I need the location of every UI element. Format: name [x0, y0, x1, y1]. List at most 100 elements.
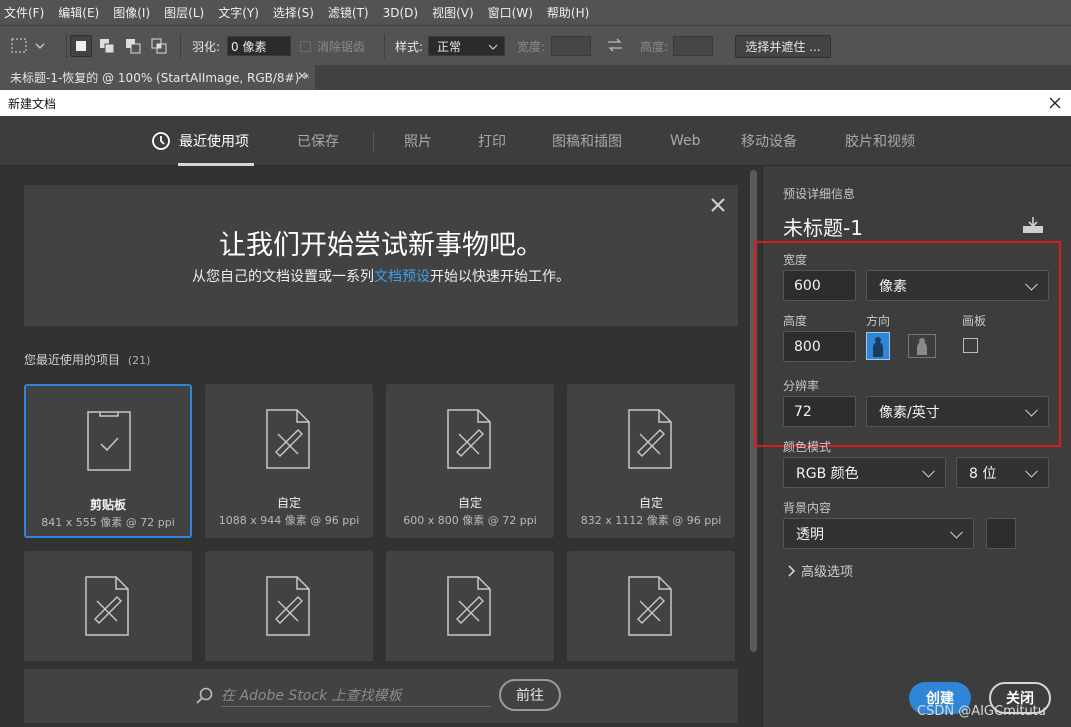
intersect-selection-button[interactable] — [148, 35, 170, 57]
tab-art-illustration[interactable]: 图稿和插图 — [552, 116, 622, 166]
menu-bar: 文件(F) 编辑(E) 图像(I) 图层(L) 文字(Y) 选择(S) 滤镜(T… — [0, 0, 1071, 25]
custom-document-icon — [628, 576, 672, 636]
go-button[interactable]: 前往 — [499, 679, 561, 711]
menu-window[interactable]: 窗口(W) — [488, 4, 533, 21]
document-name[interactable]: 未标题-1 — [783, 212, 863, 241]
antialias-label: 消除锯齿 — [317, 40, 366, 54]
custom-document-icon — [447, 409, 491, 469]
dialog-title: 新建文档 — [8, 96, 57, 111]
menu-select[interactable]: 选择(S) — [273, 4, 314, 21]
background-label: 背景内容 — [783, 501, 832, 515]
tab-photo[interactable]: 照片 — [404, 116, 432, 166]
stock-search-bar: 在 Adobe Stock 上查找模板 前往 — [24, 669, 738, 723]
tab-web[interactable]: Web — [670, 116, 701, 166]
feather-input[interactable]: 0 像素 — [227, 36, 291, 56]
color-mode-value: RGB 颜色 — [796, 465, 859, 482]
tab-recent-label: 最近使用项 — [179, 134, 249, 150]
recent-item-custom[interactable]: 自定 832 x 1112 像素 @ 96 ppi — [567, 384, 735, 538]
background-select[interactable]: 透明 — [783, 518, 974, 549]
menu-type[interactable]: 文字(Y) — [218, 4, 259, 21]
recent-item-size: 600 x 800 像素 @ 72 ppi — [403, 514, 537, 527]
dialog-titlebar: 新建文档 — [0, 90, 1071, 116]
tab-print[interactable]: 打印 — [478, 116, 506, 166]
recent-items-heading: 您最近使用的项目 (21) — [24, 351, 150, 368]
recent-item-title: 自定 — [638, 496, 663, 510]
banner-text-after: 开始以快速开始工作。 — [430, 269, 570, 285]
chevron-down-icon — [922, 464, 935, 478]
stock-search-input[interactable]: 在 Adobe Stock 上查找模板 — [221, 685, 491, 707]
close-dialog-icon[interactable] — [1049, 97, 1061, 109]
style-value: 正常 — [437, 39, 462, 54]
antialias-checkbox[interactable]: 消除锯齿 — [300, 38, 365, 55]
welcome-banner: 让我们开始尝试新事物吧。 从您自己的文档设置或一系列文档预设开始以快速开始工作。 — [24, 185, 738, 326]
custom-document-icon — [266, 576, 310, 636]
menu-3d[interactable]: 3D(D) — [383, 6, 418, 20]
document-tab-label: 未标题-1-恢复的 @ 100% (StartAIImage, RGB/8#) … — [10, 71, 310, 85]
new-selection-button[interactable] — [70, 35, 92, 57]
close-tab-icon[interactable]: ✕ — [297, 69, 307, 83]
tab-mobile[interactable]: 移动设备 — [741, 116, 797, 166]
document-presets-link[interactable]: 文档预设 — [374, 269, 430, 285]
menu-layer[interactable]: 图层(L) — [164, 4, 204, 21]
custom-document-icon — [266, 409, 310, 469]
menu-image[interactable]: 图像(I) — [113, 4, 150, 21]
recent-item-partial[interactable] — [386, 551, 554, 661]
recent-label: 您最近使用的项目 — [24, 353, 121, 367]
close-banner-icon[interactable] — [711, 198, 725, 212]
bit-depth-select[interactable]: 8 位 — [956, 457, 1049, 488]
width-option-input[interactable] — [551, 36, 591, 56]
marquee-tool-picker[interactable] — [10, 36, 50, 56]
height-option-label: 高度: — [640, 40, 669, 54]
save-preset-icon[interactable] — [1022, 216, 1044, 234]
style-label: 样式: — [395, 40, 424, 54]
document-tab[interactable]: 未标题-1-恢复的 @ 100% (StartAIImage, RGB/8#) … — [0, 65, 315, 90]
recent-item-partial[interactable] — [567, 551, 735, 661]
watermark: CSDN @AIGCmitutu — [917, 704, 1047, 719]
menu-filter[interactable]: 滤镜(T) — [328, 4, 369, 21]
color-mode-label: 颜色模式 — [783, 440, 832, 454]
menu-help[interactable]: 帮助(H) — [547, 4, 589, 21]
background-color-swatch[interactable] — [986, 518, 1016, 549]
subtract-selection-button[interactable] — [122, 35, 144, 57]
width-option-label: 宽度: — [517, 40, 546, 54]
menu-edit[interactable]: 编辑(E) — [58, 4, 99, 21]
menu-file[interactable]: 文件(F) — [4, 4, 44, 21]
highlight-box — [754, 241, 1061, 447]
tab-saved[interactable]: 已保存 — [297, 116, 339, 166]
swap-icon — [608, 38, 622, 52]
bit-depth-value: 8 位 — [969, 465, 997, 482]
tab-film-video[interactable]: 胶片和视频 — [845, 116, 915, 166]
recent-item-size: 841 x 555 像素 @ 72 ppi — [41, 516, 175, 529]
recent-item-custom[interactable]: 自定 1088 x 944 像素 @ 96 ppi — [205, 384, 373, 538]
recent-pane: 让我们开始尝试新事物吧。 从您自己的文档设置或一系列文档预设开始以快速开始工作。… — [0, 166, 762, 727]
preset-tab-bar: 最近使用项 已保存 照片 打印 图稿和插图 Web 移动设备 胶片和视频 — [0, 116, 1071, 166]
tab-recent[interactable]: 最近使用项 — [151, 116, 249, 166]
recent-item-partial[interactable] — [205, 551, 373, 661]
custom-document-icon — [85, 576, 129, 636]
clock-icon — [152, 132, 170, 150]
height-option-input[interactable] — [673, 36, 713, 56]
search-icon — [196, 687, 213, 704]
chevron-right-icon — [788, 564, 796, 577]
preset-details-label: 预设详细信息 — [783, 187, 856, 201]
recent-item-custom[interactable]: 自定 600 x 800 像素 @ 72 ppi — [386, 384, 554, 538]
recent-item-title: 剪贴板 — [89, 498, 126, 512]
custom-document-icon — [628, 409, 672, 469]
custom-document-icon — [447, 576, 491, 636]
document-tab-bar: 未标题-1-恢复的 @ 100% (StartAIImage, RGB/8#) … — [0, 65, 1071, 90]
background-value: 透明 — [796, 526, 824, 543]
banner-text: 从您自己的文档设置或一系列文档预设开始以快速开始工作。 — [24, 266, 738, 286]
recent-item-partial[interactable] — [24, 551, 192, 661]
add-selection-icon — [100, 39, 115, 54]
advanced-options-toggle[interactable]: 高级选项 — [787, 561, 853, 580]
menu-view[interactable]: 视图(V) — [432, 4, 474, 21]
swap-dimensions-button[interactable] — [606, 37, 624, 53]
color-mode-select[interactable]: RGB 颜色 — [783, 457, 946, 488]
style-select[interactable]: 正常 — [428, 36, 505, 56]
antialias-checkbox-box — [300, 41, 311, 52]
divider — [66, 34, 67, 58]
chevron-down-icon — [488, 44, 498, 50]
recent-item-clipboard[interactable]: 剪贴板 841 x 555 像素 @ 72 ppi — [24, 384, 192, 538]
add-selection-button[interactable] — [96, 35, 118, 57]
select-and-mask-button[interactable]: 选择并遮住 ... — [735, 35, 831, 58]
